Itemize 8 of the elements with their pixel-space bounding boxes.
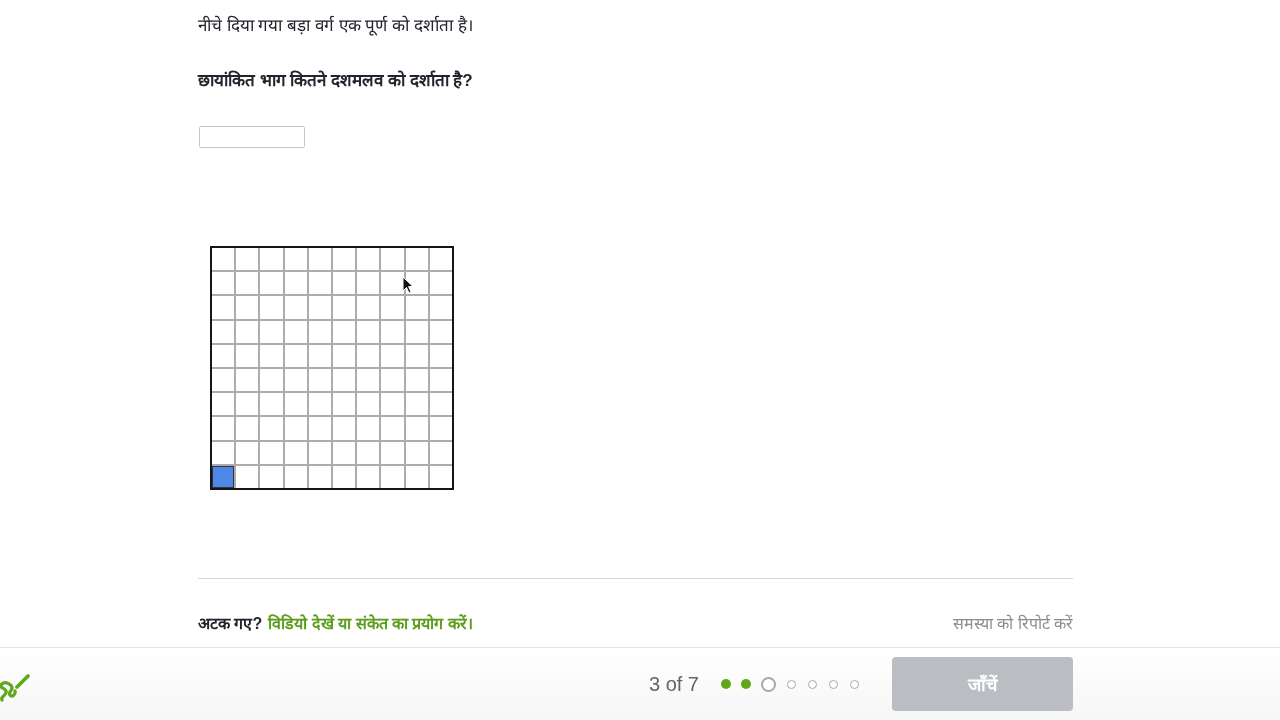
answer-field[interactable] [199, 126, 305, 148]
progress-text: 3 of 7 [648, 672, 699, 696]
report-link[interactable]: समस्या को रिपोर्ट करें [952, 613, 1073, 635]
question-text: छायांकित भाग कितने दशमलव को दर्शाता है? [198, 70, 473, 92]
hint-link[interactable]: विडियो देखें या संकेत का प्रयोग करें। [268, 613, 473, 635]
instruction-text: नीचे दिया गया बड़ा वर्ग एक पूर्ण को दर्शाता है। [198, 15, 473, 37]
stuck-prompt: अटक गए? [198, 614, 263, 634]
cursor-icon [402, 276, 414, 294]
